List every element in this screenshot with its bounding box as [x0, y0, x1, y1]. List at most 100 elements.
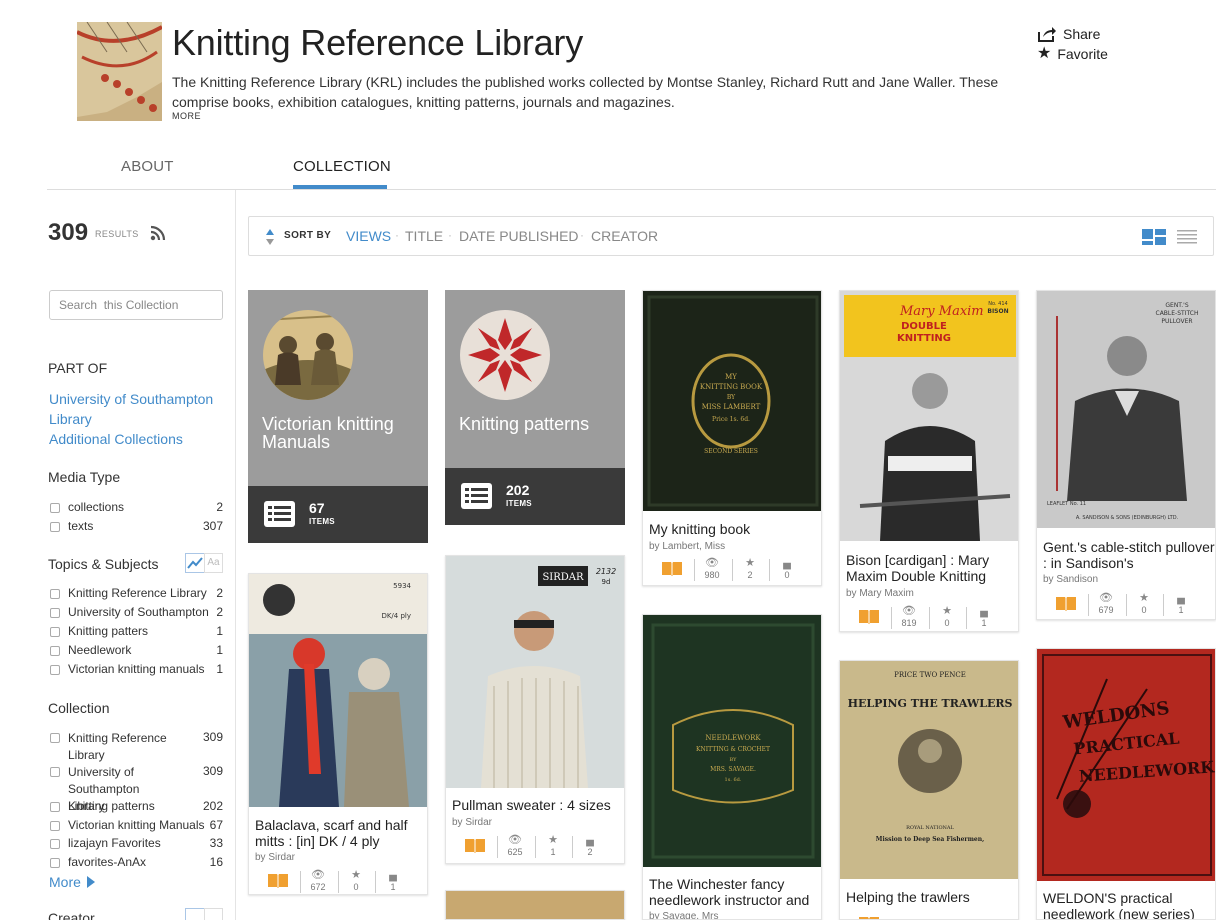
collection-tile-knitting-patterns[interactable]: Knitting patterns 202 ITEMS: [445, 290, 625, 525]
tab-about[interactable]: ABOUT: [121, 158, 174, 175]
creator-view-toggle[interactable]: [185, 908, 223, 920]
topics-view-toggle[interactable]: Aa: [185, 553, 223, 573]
cover-text: MRS. SAVAGE.: [710, 766, 756, 773]
collection-count-bar: 67 ITEMS: [248, 486, 428, 543]
cover-text: Price 1s. 6d.: [712, 416, 750, 423]
eye-icon: 👁: [508, 834, 522, 846]
separator: ·: [448, 228, 452, 242]
item-creator: by Savage, Mrs: [649, 911, 719, 920]
checkbox[interactable]: [50, 858, 60, 868]
sort-option-views[interactable]: VIEWS: [346, 228, 391, 244]
collection-count: 67: [309, 500, 325, 516]
facet-topic-4[interactable]: Needlework 1: [50, 643, 223, 657]
favorite-button[interactable]: ★ Favorite: [1037, 46, 1108, 63]
checkbox[interactable]: [50, 608, 60, 618]
separator: ·: [580, 228, 584, 242]
sort-bar: SORT BY VIEWS · TITLE · DATE PUBLISHED ·…: [248, 216, 1214, 256]
item-card-weldons[interactable]: WELDONS PRACTICAL NEEDLEWORK WELDON'S pr…: [1036, 648, 1216, 920]
item-card-my-knitting-book[interactable]: MY KNITTING BOOK BY MISS LAMBERT Price 1…: [642, 290, 822, 586]
item-stats: 👁 819 ★ 0 ▄ 1: [840, 604, 1018, 631]
search-collection-input[interactable]: [49, 290, 223, 320]
book-icon: [662, 562, 682, 576]
part-of-link-library[interactable]: Library: [49, 409, 92, 429]
item-title[interactable]: Pullman sweater : 4 sizes: [452, 797, 624, 813]
rss-icon[interactable]: [150, 225, 166, 241]
checkbox[interactable]: [50, 646, 60, 656]
eye-icon: 👁: [311, 869, 325, 881]
views-stat: 👁 980: [694, 556, 730, 580]
item-title[interactable]: The Winchester fancy needlework instruct…: [649, 876, 821, 908]
cover-text: PRICE TWO PENCE: [894, 671, 966, 679]
text-view-icon[interactable]: Aa: [204, 553, 223, 573]
tab-collection[interactable]: COLLECTION: [293, 158, 391, 175]
item-card-gents-pullover[interactable]: GENT.'S CABLE-STITCH PULLOVER LEAFLET No…: [1036, 290, 1216, 620]
checkbox[interactable]: [50, 589, 60, 599]
item-card-pullman-sweater[interactable]: SIRDAR 2132 9d Pullman sweater : 4 sizes…: [445, 555, 625, 864]
checkbox[interactable]: [50, 665, 60, 675]
item-card-partial[interactable]: [445, 890, 625, 920]
sort-option-title[interactable]: TITLE: [405, 228, 443, 244]
more-label: More: [49, 874, 81, 890]
cover-text: HELPING THE TRAWLERS: [848, 697, 1013, 710]
facet-topic-2[interactable]: University of Southampton 2: [50, 605, 223, 619]
checkbox[interactable]: [50, 839, 60, 849]
chart-view-icon[interactable]: [185, 908, 204, 920]
item-title[interactable]: Helping the trawlers: [846, 889, 1018, 905]
facet-media-collections[interactable]: collections 2: [50, 500, 223, 514]
facet-topic-3[interactable]: Knitting patters 1: [50, 624, 223, 638]
description-more-link[interactable]: MORE: [172, 111, 201, 121]
checkbox[interactable]: [50, 802, 60, 812]
facet-topic-5[interactable]: Victorian knitting manuals 1: [50, 662, 223, 676]
part-of-link-southampton[interactable]: University of Southampton: [49, 389, 213, 409]
item-thumbnail: Mary Maxim DOUBLE KNITTING No. 414 BISON: [840, 291, 1018, 541]
facet-media-texts[interactable]: texts 307: [50, 519, 223, 533]
views-stat: 👁 679: [1088, 591, 1124, 615]
facet-topic-1[interactable]: Knitting Reference Library 2: [50, 586, 223, 600]
facet-count: 33: [209, 836, 223, 850]
item-card-helping-trawlers[interactable]: PRICE TWO PENCE HELPING THE TRAWLERS ROY…: [839, 660, 1019, 920]
text-view-icon[interactable]: [204, 908, 223, 920]
facet-label: Victorian knitting manuals: [68, 662, 205, 676]
facet-collection-5[interactable]: lizajayn Favorites 33: [50, 836, 223, 850]
collection-tile-victorian[interactable]: Victorian knitting Manuals 67 ITEMS: [248, 290, 428, 543]
reviews-count: 0: [784, 570, 790, 580]
item-title[interactable]: WELDON'S practical needlework (new serie…: [1043, 890, 1215, 919]
results-label: RESULTS: [95, 229, 139, 239]
item-thumbnail: 5934 DK/4 ply: [249, 574, 427, 807]
comment-icon: ▄: [586, 834, 594, 846]
share-button[interactable]: Share: [1037, 26, 1100, 42]
checkbox[interactable]: [50, 522, 60, 532]
checkbox[interactable]: [50, 733, 60, 743]
tile-view-icon[interactable]: [1142, 229, 1166, 245]
item-card-bison[interactable]: Mary Maxim DOUBLE KNITTING No. 414 BISON…: [839, 290, 1019, 632]
caret-right-icon: [86, 876, 95, 888]
checkbox[interactable]: [50, 767, 60, 777]
cover-text: SECOND SERIES: [704, 448, 758, 455]
facet-collection-6[interactable]: favorites-AnAx 16: [50, 855, 223, 869]
favorites-count: 0: [944, 618, 950, 628]
list-view-icon[interactable]: [1177, 230, 1197, 244]
facet-more-link[interactable]: More: [49, 874, 95, 890]
facet-collection-3[interactable]: Knitting patterns 202: [50, 799, 223, 813]
facet-collection-4[interactable]: Victorian knitting Manuals 67: [50, 818, 223, 832]
sort-arrows-icon[interactable]: [265, 228, 275, 246]
item-thumbnail: MY KNITTING BOOK BY MISS LAMBERT Price 1…: [643, 291, 821, 511]
sort-option-date-published[interactable]: DATE PUBLISHED: [459, 228, 579, 244]
item-title[interactable]: My knitting book: [649, 521, 821, 537]
views-count: 679: [1098, 605, 1114, 615]
item-card-balaclava[interactable]: 5934 DK/4 ply Balaclava, scarf and half …: [248, 573, 428, 895]
item-card-winchester[interactable]: NEEDLEWORK KNITTING & CROCHET BY MRS. SA…: [642, 614, 822, 920]
chart-view-icon[interactable]: [185, 553, 204, 573]
item-title[interactable]: Balaclava, scarf and half mitts : [in] D…: [255, 817, 427, 849]
checkbox[interactable]: [50, 503, 60, 513]
facet-collection-1[interactable]: Knitting Reference Library 309: [50, 730, 223, 764]
item-thumbnail: [446, 891, 624, 919]
checkbox[interactable]: [50, 627, 60, 637]
cover-text: No. 414: [988, 301, 1007, 307]
part-of-link-additional[interactable]: Additional Collections: [49, 429, 183, 449]
cover-text: NEEDLEWORK: [705, 734, 761, 742]
sort-option-creator[interactable]: CREATOR: [591, 228, 658, 244]
checkbox[interactable]: [50, 821, 60, 831]
item-title[interactable]: Gent.'s cable-stitch pullover : in Sandi…: [1043, 539, 1215, 571]
item-title[interactable]: Bison [cardigan] : Mary Maxim Double Kni…: [846, 552, 1018, 584]
